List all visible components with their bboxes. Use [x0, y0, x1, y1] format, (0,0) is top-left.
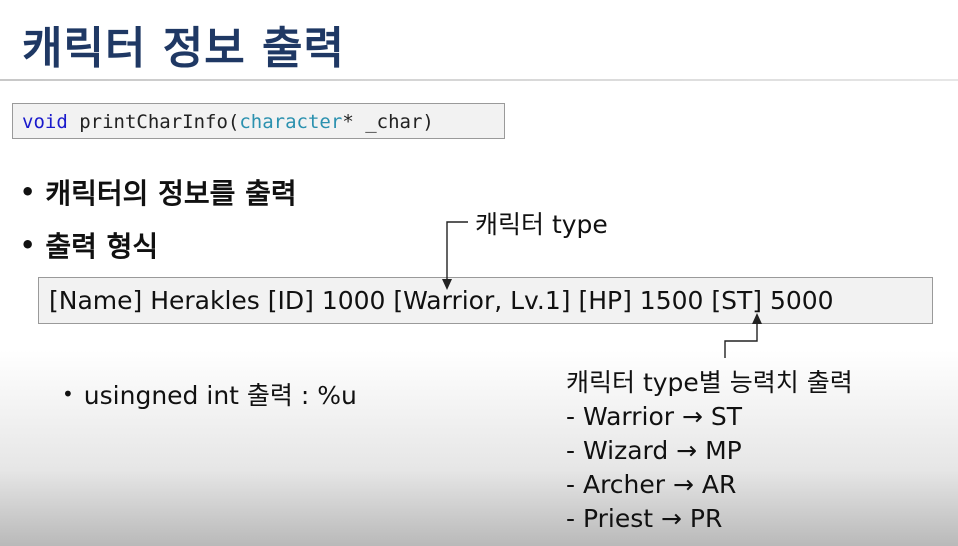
stat-arrow-line — [724, 322, 758, 358]
page-title: 캐릭터 정보 출력 — [22, 23, 345, 74]
bullet-text: 캐릭터의 정보를 출력 — [45, 177, 297, 210]
code-keyword: void — [22, 111, 68, 133]
bullet-dot-icon: • — [62, 382, 74, 406]
function-signature-box: void printCharInfo(character* _char) — [12, 103, 505, 139]
type-stat-item: - Archer → AR — [566, 470, 737, 499]
bullet-text: 출력 형식 — [45, 230, 159, 263]
title-divider — [0, 79, 958, 81]
code-params: * _char) — [342, 111, 434, 133]
code-function: printCharInfo( — [67, 111, 240, 133]
type-stat-list: 캐릭터 type별 능력치 출력 - Warrior → ST - Wizard… — [566, 366, 853, 536]
bullet-item-2: • 출력 형식 — [20, 225, 158, 265]
bullet-dot-icon: • — [20, 178, 36, 206]
type-stat-item: - Wizard → MP — [566, 436, 742, 465]
type-stat-item: - Warrior → ST — [566, 402, 743, 431]
type-annotation-label: 캐릭터 type — [475, 210, 608, 239]
type-stat-heading: 캐릭터 type별 능력치 출력 — [566, 368, 853, 397]
bullet-dot-icon: • — [20, 231, 36, 259]
code-type: character — [239, 111, 343, 133]
type-stat-item: - Priest → PR — [566, 504, 723, 533]
output-example-box: [Name] Herakles [ID] 1000 [Warrior, Lv.1… — [38, 277, 933, 324]
bullet-item-1: • 캐릭터의 정보를 출력 — [20, 172, 297, 212]
sub-bullet-item: • usingned int 출력 : %u — [62, 376, 357, 412]
type-arrow-line — [446, 221, 468, 281]
sub-bullet-text: usingned int 출력 : %u — [83, 381, 357, 410]
